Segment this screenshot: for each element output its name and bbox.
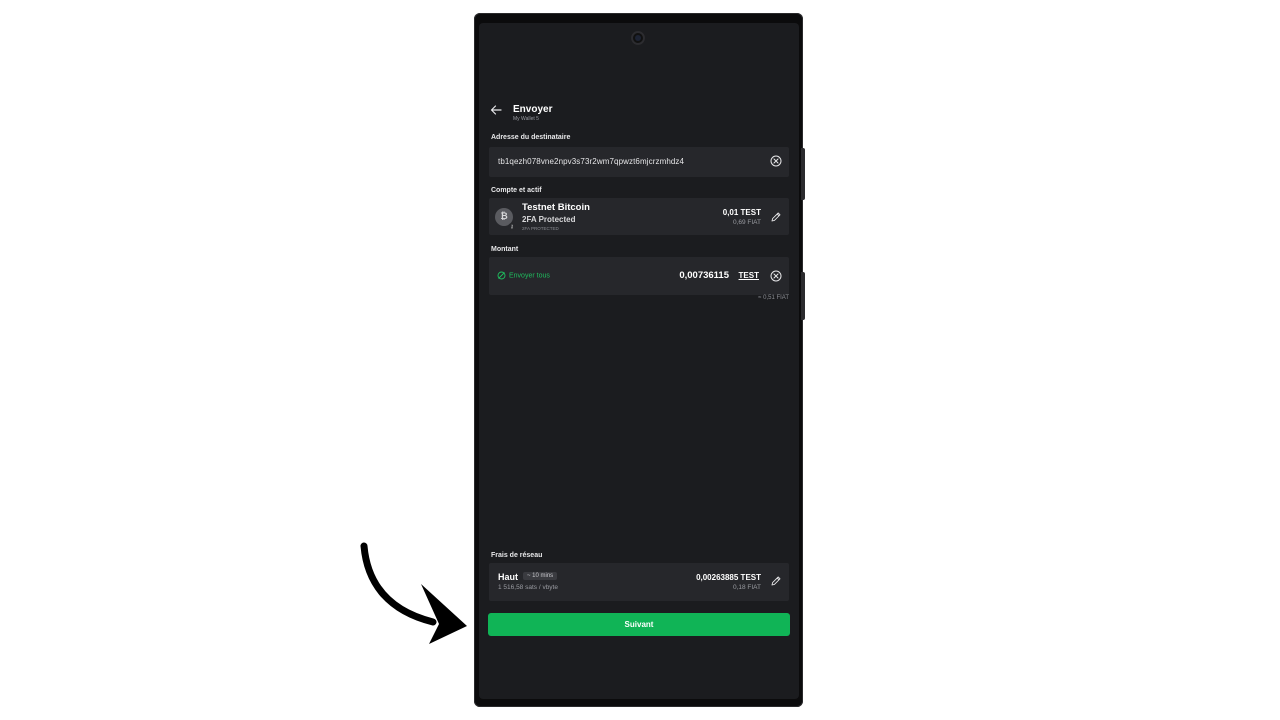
network-fee-label: Frais de réseau	[491, 552, 543, 559]
account-type-tag: 2FA PROTECTED	[522, 226, 559, 231]
fee-fiat-amount: 0,18 FIAT	[732, 584, 761, 591]
asset-name: Testnet Bitcoin	[522, 202, 590, 213]
recipient-address-field[interactable]: tb1qezh078vne2npv3s73r2wm7qpwzt6mjcrzmhd…	[489, 147, 789, 177]
account-name: 2FA Protected	[522, 215, 576, 224]
app-screen: Envoyer My Wallet 5 Adresse du destinata…	[479, 23, 799, 699]
fee-priority: Haut	[498, 572, 518, 582]
next-button[interactable]: Suivant	[488, 613, 790, 636]
page-header: Envoyer My Wallet 5	[489, 103, 789, 127]
pencil-icon[interactable]	[770, 575, 782, 587]
page-title: Envoyer	[513, 104, 553, 115]
recipient-address-value[interactable]: tb1qezh078vne2npv3s73r2wm7qpwzt6mjcrzmhd…	[498, 157, 684, 166]
phone-side-button	[801, 272, 805, 320]
fee-amount: 0,00263885 TEST	[696, 573, 761, 582]
clear-circle-icon[interactable]	[770, 155, 782, 167]
account-asset-selector[interactable]: ₿ ⚷ Testnet Bitcoin 2FA Protected 2FA PR…	[489, 198, 789, 235]
phone-side-button	[801, 148, 805, 200]
send-all-label: Envoyer tous	[509, 272, 550, 280]
amount-unit-toggle[interactable]: TEST	[739, 271, 759, 280]
empty-set-icon	[497, 271, 506, 280]
pointer-arrow-icon	[360, 542, 467, 644]
fee-time-badge: ~ 10 mins	[523, 572, 558, 580]
amount-field[interactable]: Envoyer tous 0,00736115 TEST	[489, 257, 789, 295]
asset-fiat-balance: 0,69 FIAT	[732, 219, 761, 226]
shield-badge-icon: ⚷	[508, 223, 516, 231]
network-fee-selector[interactable]: Haut ~ 10 mins 1 516,58 sats / vbyte 0,0…	[489, 563, 789, 601]
amount-fiat-estimate: ≈ 0,51 FIAT	[758, 295, 789, 301]
amount-value[interactable]: 0,00736115	[679, 270, 729, 281]
front-camera	[631, 31, 645, 45]
clear-circle-icon[interactable]	[770, 270, 782, 282]
wallet-name: My Wallet 5	[513, 116, 539, 122]
amount-label: Montant	[491, 246, 519, 253]
arrow-left-icon[interactable]	[489, 103, 503, 117]
send-all-button[interactable]: Envoyer tous	[497, 271, 550, 280]
fee-rate: 1 516,58 sats / vbyte	[498, 584, 558, 591]
recipient-label: Adresse du destinataire	[491, 134, 571, 141]
account-label: Compte et actif	[491, 187, 542, 194]
asset-balance: 0,01 TEST	[722, 208, 761, 217]
pencil-icon[interactable]	[770, 211, 782, 223]
